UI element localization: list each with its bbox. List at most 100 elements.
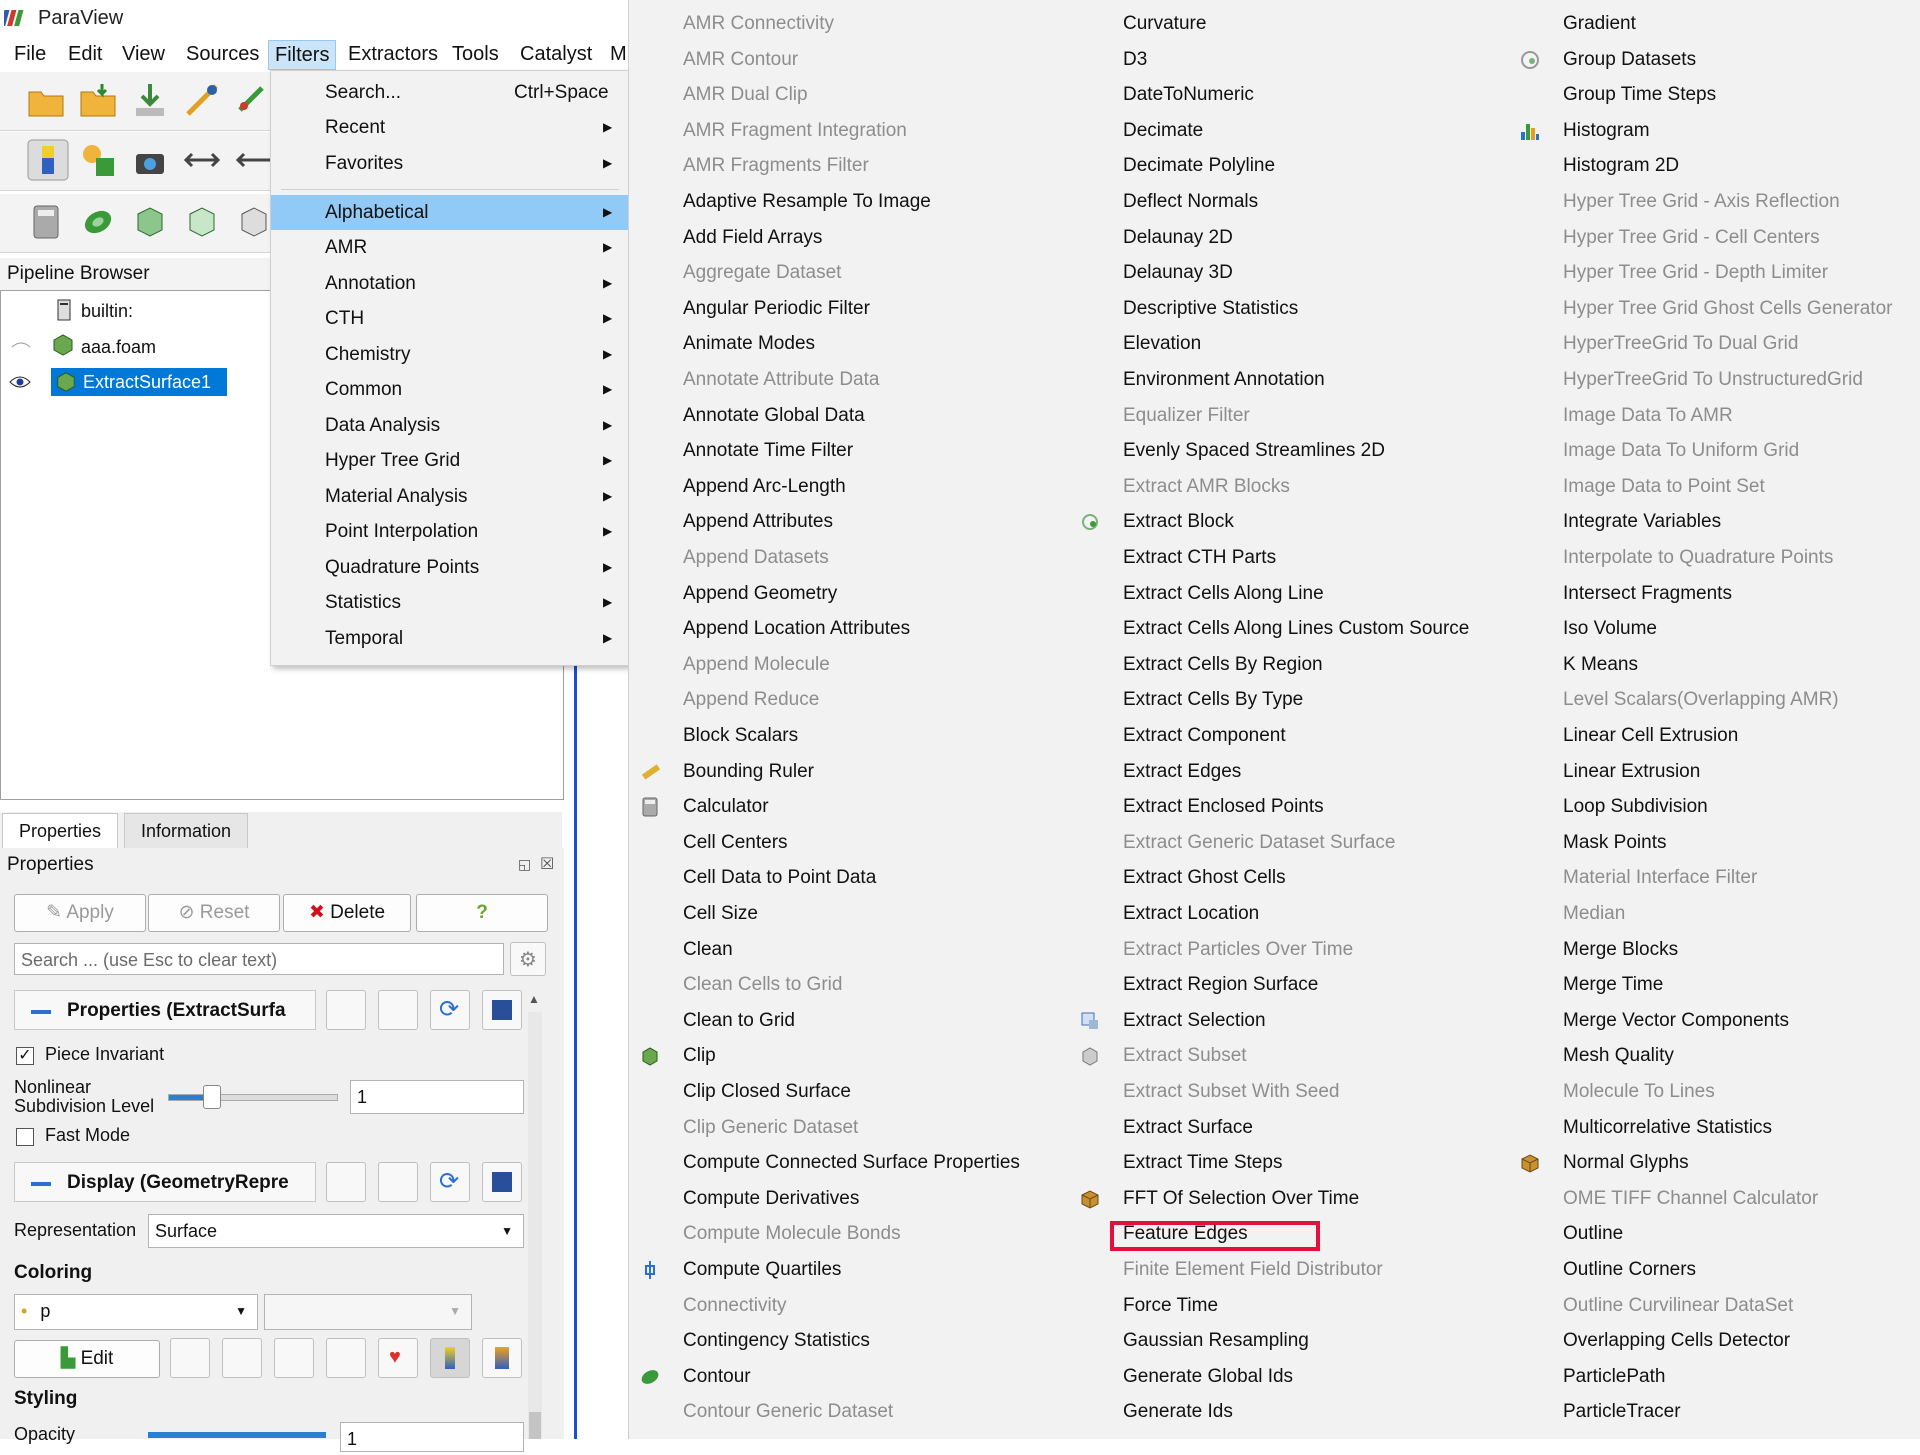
- filter-decimate[interactable]: Decimate: [1069, 113, 1499, 149]
- rescale-icon[interactable]: [222, 1338, 262, 1378]
- filter-append-molecule[interactable]: Append Molecule: [629, 647, 1059, 683]
- clip-toolbar-icon[interactable]: [130, 202, 170, 242]
- filter-iso-volume[interactable]: Iso Volume: [1509, 611, 1920, 647]
- filter-extract-generic-dataset-surface[interactable]: Extract Generic Dataset Surface: [1069, 825, 1499, 861]
- paste-icon[interactable]: [378, 1162, 418, 1202]
- menu-tools[interactable]: Tools: [446, 40, 505, 68]
- filter-material-interface-filter[interactable]: Material Interface Filter: [1509, 860, 1920, 896]
- save-folder-icon[interactable]: [78, 80, 118, 120]
- filter-amr-contour[interactable]: AMR Contour: [629, 42, 1059, 78]
- filters-menu-item-point-interpolation[interactable]: Point Interpolation ▶: [271, 514, 629, 549]
- filter-hyper-tree-grid-ghost-cells-generator[interactable]: Hyper Tree Grid Ghost Cells Generator: [1509, 291, 1920, 327]
- properties-search-input[interactable]: Search ... (use Esc to clear text): [14, 943, 504, 975]
- menu-view[interactable]: View: [116, 40, 171, 68]
- filter-curvature[interactable]: Curvature: [1069, 6, 1499, 42]
- help-button[interactable]: ?: [416, 894, 548, 932]
- filter-level-scalars-overlapping-amr[interactable]: Level Scalars(Overlapping AMR): [1509, 682, 1920, 718]
- filter-merge-vector-components[interactable]: Merge Vector Components: [1509, 1003, 1920, 1039]
- favorites-icon[interactable]: ♥: [378, 1338, 418, 1378]
- filter-elevation[interactable]: Elevation: [1069, 326, 1499, 362]
- filter-compute-quartiles[interactable]: Compute Quartiles: [629, 1252, 1059, 1288]
- filter-particlepath[interactable]: ParticlePath: [1509, 1359, 1920, 1395]
- filter-interpolate-to-quadrature-points[interactable]: Interpolate to Quadrature Points: [1509, 540, 1920, 576]
- filter-extract-block[interactable]: Extract Block: [1069, 504, 1499, 540]
- menu-edit[interactable]: Edit: [62, 40, 108, 68]
- filter-hyper-tree-grid-axis-reflection[interactable]: Hyper Tree Grid - Axis Reflection: [1509, 184, 1920, 220]
- camera-icon[interactable]: [170, 1338, 210, 1378]
- filter-linear-cell-extrusion[interactable]: Linear Cell Extrusion: [1509, 718, 1920, 754]
- display-section-header[interactable]: Display (GeometryRepre: [14, 1162, 316, 1202]
- filter-extract-subset-with-seed[interactable]: Extract Subset With Seed: [1069, 1074, 1499, 1110]
- filter-extract-particles-over-time[interactable]: Extract Particles Over Time: [1069, 932, 1499, 968]
- filter-evenly-spaced-streamlines-2d[interactable]: Evenly Spaced Streamlines 2D: [1069, 433, 1499, 469]
- filter-hyper-tree-grid-depth-limiter[interactable]: Hyper Tree Grid - Depth Limiter: [1509, 255, 1920, 291]
- filter-connectivity[interactable]: Connectivity: [629, 1288, 1059, 1324]
- filter-clean-cells-to-grid[interactable]: Clean Cells to Grid: [629, 967, 1059, 1003]
- filter-annotate-global-data[interactable]: Annotate Global Data: [629, 398, 1059, 434]
- threshold-toolbar-icon[interactable]: [234, 202, 274, 242]
- filter-outline[interactable]: Outline: [1509, 1216, 1920, 1252]
- filters-menu-item-hyper-tree-grid[interactable]: Hyper Tree Grid ▶: [271, 443, 629, 478]
- component-select[interactable]: ▼: [264, 1294, 472, 1330]
- representation-select[interactable]: Surface ▼: [148, 1214, 524, 1248]
- tab-properties[interactable]: Properties: [2, 813, 119, 849]
- filter-append-attributes[interactable]: Append Attributes: [629, 504, 1059, 540]
- filter-extract-cells-along-lines-custom-source[interactable]: Extract Cells Along Lines Custom Source: [1069, 611, 1499, 647]
- filter-integrate-variables[interactable]: Integrate Variables: [1509, 504, 1920, 540]
- filter-extract-enclosed-points[interactable]: Extract Enclosed Points: [1069, 789, 1499, 825]
- filter-append-geometry[interactable]: Append Geometry: [629, 576, 1059, 612]
- colorbar-edit-icon[interactable]: [482, 1338, 522, 1378]
- contour-toolbar-icon[interactable]: [78, 202, 118, 242]
- filter-multicorrelative-statistics[interactable]: Multicorrelative Statistics: [1509, 1110, 1920, 1146]
- filter-histogram[interactable]: Histogram: [1509, 113, 1920, 149]
- filters-menu-item-statistics[interactable]: Statistics ▶: [271, 585, 629, 620]
- filter-linear-extrusion[interactable]: Linear Extrusion: [1509, 754, 1920, 790]
- filter-extract-selection[interactable]: Extract Selection: [1069, 1003, 1499, 1039]
- filter-extract-cells-by-region[interactable]: Extract Cells By Region: [1069, 647, 1499, 683]
- filter-merge-time[interactable]: Merge Time: [1509, 967, 1920, 1003]
- filter-extract-subset[interactable]: Extract Subset: [1069, 1038, 1499, 1074]
- float-icon[interactable]: ◱: [518, 856, 531, 873]
- filter-hyper-tree-grid-cell-centers[interactable]: Hyper Tree Grid - Cell Centers: [1509, 220, 1920, 256]
- filter-intersect-fragments[interactable]: Intersect Fragments: [1509, 576, 1920, 612]
- menu-sources[interactable]: Sources: [180, 40, 265, 68]
- filter-clip-generic-dataset[interactable]: Clip Generic Dataset: [629, 1110, 1059, 1146]
- filter-image-data-to-amr[interactable]: Image Data To AMR: [1509, 398, 1920, 434]
- filters-menu-item-data-analysis[interactable]: Data Analysis ▶: [271, 408, 629, 443]
- filter-force-time[interactable]: Force Time: [1069, 1288, 1499, 1324]
- filter-extract-component[interactable]: Extract Component: [1069, 718, 1499, 754]
- filter-extract-cells-along-line[interactable]: Extract Cells Along Line: [1069, 576, 1499, 612]
- pipeline-item-builtin[interactable]: builtin:: [81, 297, 133, 325]
- delete-button[interactable]: ✖ Delete: [283, 894, 411, 932]
- filters-menu-item-amr[interactable]: AMR ▶: [271, 230, 629, 265]
- filters-menu-item-chemistry[interactable]: Chemistry ▶: [271, 337, 629, 372]
- filter-mesh-quality[interactable]: Mesh Quality: [1509, 1038, 1920, 1074]
- filter-deflect-normals[interactable]: Deflect Normals: [1069, 184, 1499, 220]
- filter-image-data-to-uniform-grid[interactable]: Image Data To Uniform Grid: [1509, 433, 1920, 469]
- filter-d3[interactable]: D3: [1069, 42, 1499, 78]
- edit-colormap-button[interactable]: ▙ Edit: [14, 1340, 160, 1378]
- filter-extract-surface[interactable]: Extract Surface: [1069, 1110, 1499, 1146]
- color-map-icon[interactable]: [26, 138, 70, 182]
- filter-cell-centers[interactable]: Cell Centers: [629, 825, 1059, 861]
- close-icon[interactable]: ☒: [540, 854, 554, 874]
- filter-generate-global-ids[interactable]: Generate Global Ids: [1069, 1359, 1499, 1395]
- paste-icon[interactable]: [378, 990, 418, 1030]
- filter-cell-data-to-point-data[interactable]: Cell Data to Point Data: [629, 860, 1059, 896]
- nonlinear-slider[interactable]: [168, 1085, 338, 1109]
- filter-amr-connectivity[interactable]: AMR Connectivity: [629, 6, 1059, 42]
- filter-generate-ids[interactable]: Generate Ids: [1069, 1394, 1499, 1430]
- pipeline-item-aaa-foam[interactable]: aaa.foam: [81, 333, 156, 361]
- filter-group-datasets[interactable]: Group Datasets: [1509, 42, 1920, 78]
- reset-button[interactable]: ⊘ Reset: [148, 894, 280, 932]
- filter-descriptive-statistics[interactable]: Descriptive Statistics: [1069, 291, 1499, 327]
- piece-invariant-checkbox[interactable]: ✓: [16, 1047, 34, 1065]
- filter-outline-curvilinear-dataset[interactable]: Outline Curvilinear DataSet: [1509, 1288, 1920, 1324]
- disconnect-icon[interactable]: [232, 80, 272, 120]
- filters-menu-item-favorites[interactable]: Favorites ▶: [271, 146, 629, 181]
- filter-amr-dual-clip[interactable]: AMR Dual Clip: [629, 77, 1059, 113]
- filter-calculator[interactable]: Calculator: [629, 789, 1059, 825]
- copy-icon[interactable]: [326, 990, 366, 1030]
- filter-aggregate-dataset[interactable]: Aggregate Dataset: [629, 255, 1059, 291]
- menu-filters[interactable]: Filters: [268, 40, 337, 70]
